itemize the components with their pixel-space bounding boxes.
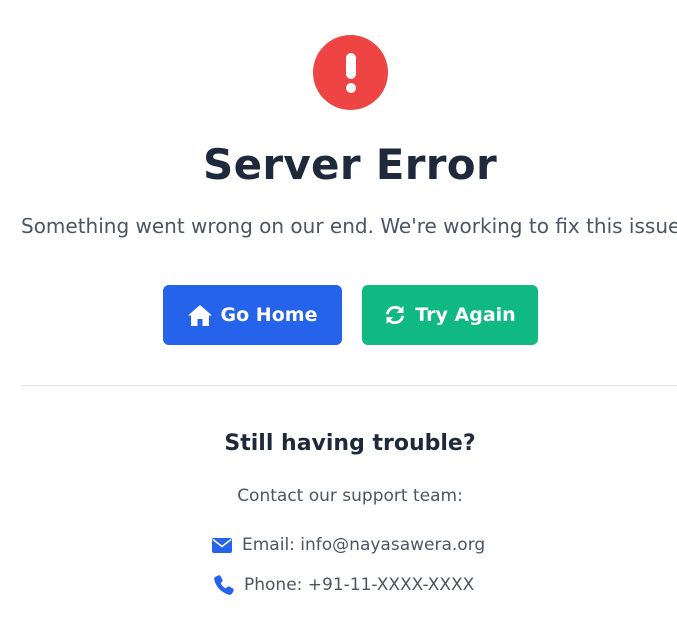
go-home-button[interactable]: Go Home xyxy=(163,285,342,345)
phone-icon xyxy=(214,575,234,595)
try-again-button[interactable]: Try Again xyxy=(362,285,538,345)
page-title: Server Error xyxy=(203,140,497,189)
support-phone-text: Phone: +91-11-XXXX-XXXX xyxy=(244,575,475,595)
error-page: Server Error Something went wrong on our… xyxy=(0,0,677,626)
home-icon xyxy=(187,304,212,326)
support-email-text: Email: info@nayasawera.org xyxy=(242,535,486,555)
error-message: Something went wrong on our end. We're w… xyxy=(21,214,677,238)
support-heading: Still having trouble? xyxy=(224,431,476,456)
support-email: Email: info@nayasawera.org xyxy=(212,535,485,555)
envelope-icon xyxy=(212,537,232,553)
exclamation-icon xyxy=(313,35,388,110)
support-contact-text: Contact our support team: xyxy=(237,486,463,506)
go-home-label: Go Home xyxy=(220,304,318,326)
refresh-icon xyxy=(384,304,406,326)
divider xyxy=(21,385,677,386)
try-again-label: Try Again xyxy=(415,304,516,326)
support-phone: Phone: +91-11-XXXX-XXXX xyxy=(214,575,474,595)
